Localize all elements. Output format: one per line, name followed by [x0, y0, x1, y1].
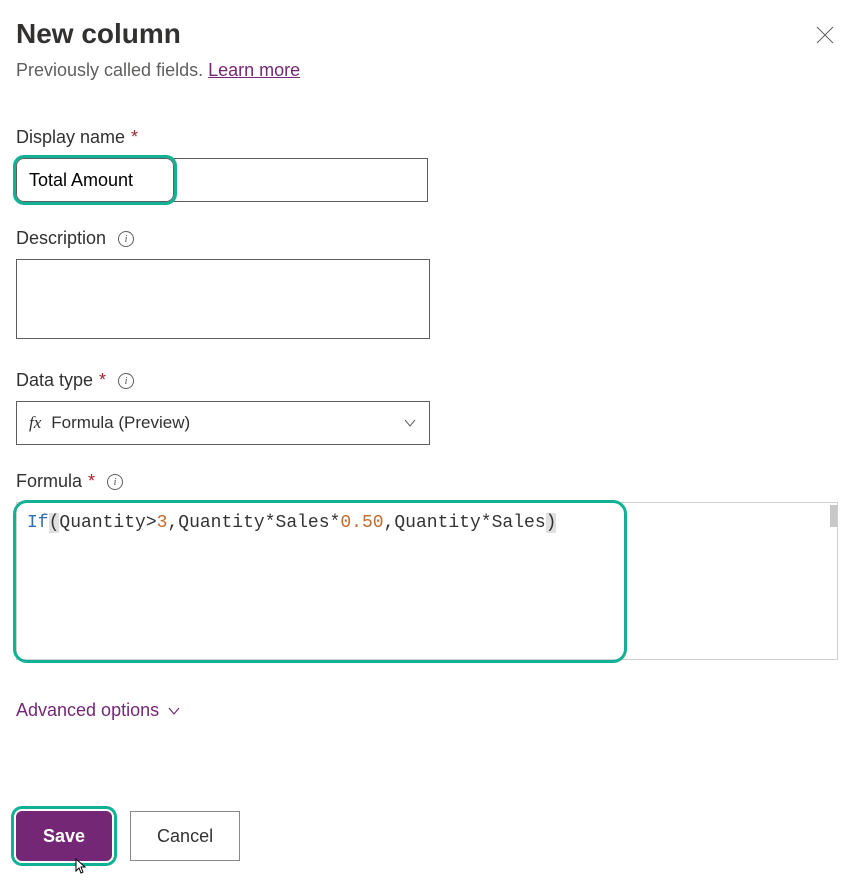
advanced-options-toggle[interactable]: Advanced options: [16, 700, 842, 721]
info-icon[interactable]: i: [107, 474, 123, 490]
cancel-button[interactable]: Cancel: [130, 811, 240, 861]
chevron-down-icon: [403, 416, 417, 430]
formula-editor[interactable]: If(Quantity>3,Quantity*Sales*0.50,Quanti…: [16, 502, 838, 660]
description-label: Description i: [16, 228, 842, 249]
data-type-label: Data type* i: [16, 370, 842, 391]
formula-fx-icon: fx: [29, 413, 41, 433]
scrollbar-thumb[interactable]: [830, 505, 837, 527]
required-indicator: *: [88, 471, 95, 492]
info-icon[interactable]: i: [118, 231, 134, 247]
panel-subtitle: Previously called fields. Learn more: [16, 60, 842, 81]
close-button[interactable]: [808, 18, 842, 52]
close-icon: [816, 26, 834, 44]
info-icon[interactable]: i: [118, 373, 134, 389]
data-type-select[interactable]: fx Formula (Preview): [16, 401, 430, 445]
required-indicator: *: [99, 370, 106, 391]
save-button[interactable]: Save: [16, 811, 112, 861]
panel-title: New column: [16, 18, 181, 50]
display-name-label: Display name*: [16, 127, 842, 148]
required-indicator: *: [131, 127, 138, 148]
display-name-input-extension[interactable]: [172, 158, 428, 202]
formula-label: Formula* i: [16, 471, 842, 492]
description-input[interactable]: [16, 259, 430, 339]
learn-more-link[interactable]: Learn more: [208, 60, 300, 80]
chevron-down-icon: [167, 704, 181, 718]
display-name-input[interactable]: [16, 158, 174, 202]
data-type-value: Formula (Preview): [51, 413, 190, 433]
